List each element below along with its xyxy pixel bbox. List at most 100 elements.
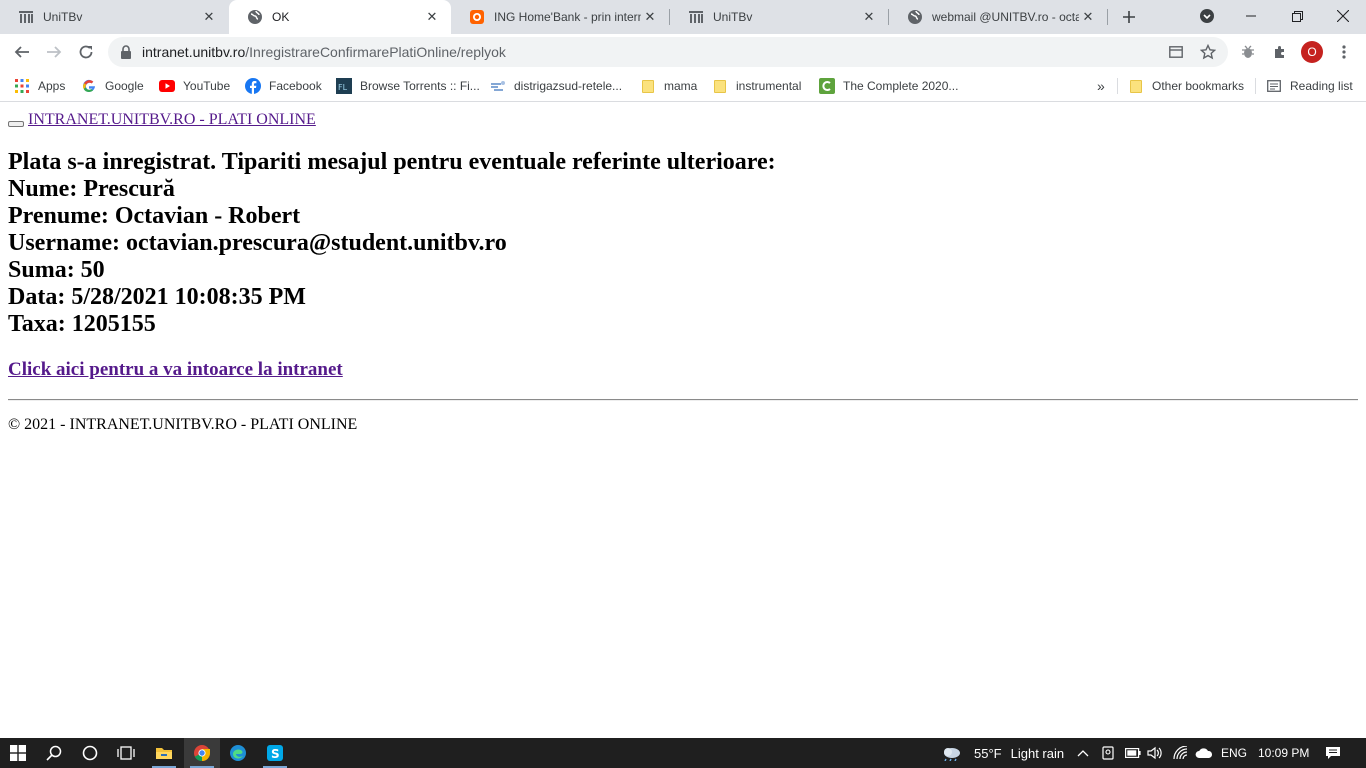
tab-search-button[interactable] <box>1184 0 1230 32</box>
reader-mode-icon[interactable] <box>1162 38 1190 66</box>
url-text: intranet.unitbv.ro/InregistrareConfirmar… <box>142 44 506 60</box>
tab-strip: UniTBv ✕ OK ✕ ING Home'Bank - prin inter… <box>0 0 1366 34</box>
bookmark-label: Apps <box>38 79 66 93</box>
field-prenume: Prenume: Octavian - Robert <box>8 203 301 229</box>
reading-list-icon <box>1266 78 1282 94</box>
bookmark-folder-mama[interactable]: mama <box>640 75 697 97</box>
close-window-button[interactable] <box>1320 0 1366 32</box>
url-host: intranet.unitbv.ro <box>142 44 246 60</box>
tab-webmail[interactable]: webmail @UNITBV.ro - octav ✕ <box>889 0 1107 34</box>
folder-icon <box>640 78 656 94</box>
weather-widget[interactable]: 55°F Light rain <box>940 738 1064 768</box>
weather-text: Light rain <box>1010 745 1065 761</box>
restore-button[interactable] <box>1274 0 1320 32</box>
bookmark-label: Browse Torrents :: Fi... <box>360 79 480 93</box>
close-icon[interactable]: ✕ <box>423 8 441 26</box>
lock-icon[interactable] <box>120 45 134 59</box>
search-icon[interactable] <box>36 738 72 768</box>
bookmark-google[interactable]: Google <box>81 75 144 97</box>
address-bar[interactable]: intranet.unitbv.ro/InregistrareConfirmar… <box>108 37 1228 67</box>
building-icon <box>688 9 704 25</box>
file-explorer-icon[interactable] <box>146 738 182 768</box>
reload-button[interactable] <box>72 38 100 66</box>
cloud-rain-icon <box>940 745 962 761</box>
bookmark-label: Other bookmarks <box>1152 79 1245 93</box>
tray-expand-chevron-icon[interactable] <box>1076 738 1090 768</box>
reading-list[interactable]: Reading list <box>1266 75 1353 97</box>
input-language[interactable]: ENG <box>1221 738 1247 768</box>
bookmarks-overflow-chevron[interactable]: » <box>1097 75 1105 97</box>
gas-icon <box>490 78 506 94</box>
bookmark-browse-torrents[interactable]: FL Browse Torrents :: Fi... <box>336 75 480 97</box>
close-icon[interactable]: ✕ <box>860 8 878 26</box>
onedrive-icon[interactable] <box>1194 738 1214 768</box>
brand-link[interactable]: INTRANET.UNITBV.RO - PLATI ONLINE <box>28 111 316 129</box>
menu-kebab-icon[interactable] <box>1330 38 1358 66</box>
meet-now-icon[interactable] <box>1100 738 1116 768</box>
profile-avatar[interactable]: O <box>1301 41 1323 63</box>
task-view-icon[interactable] <box>108 738 144 768</box>
bookmark-star-icon[interactable] <box>1194 38 1222 66</box>
bookmark-folder-instrumental[interactable]: instrumental <box>712 75 801 97</box>
building-icon <box>18 9 34 25</box>
volume-icon[interactable] <box>1146 738 1164 768</box>
other-bookmarks[interactable]: Other bookmarks <box>1128 75 1244 97</box>
google-icon <box>81 78 97 94</box>
extensions-puzzle-icon[interactable] <box>1266 38 1294 66</box>
confirmation-message: Plata s-a inregistrat. Tipariti mesajul … <box>8 149 776 175</box>
bookmark-apps[interactable]: Apps <box>14 75 65 97</box>
notifications-icon[interactable] <box>1322 738 1344 768</box>
bookmark-distrigazsud[interactable]: distrigazsud-retele... <box>490 75 622 97</box>
tab-title: UniTBv <box>43 10 83 24</box>
facebook-icon <box>245 78 261 94</box>
cortana-icon[interactable] <box>72 738 108 768</box>
bookmark-label: distrigazsud-retele... <box>514 79 623 93</box>
tab-unitbv-2[interactable]: UniTBv ✕ <box>670 0 888 34</box>
tab-title: UniTBv <box>713 10 753 24</box>
tab-ing-homebank[interactable]: ING Home'Bank - prin interne ✕ <box>451 0 669 34</box>
tab-unitbv-1[interactable]: UniTBv ✕ <box>0 0 228 34</box>
close-icon[interactable]: ✕ <box>641 8 659 26</box>
field-nume: Nume: Prescură <box>8 176 175 202</box>
bookmarks-bar: Apps Google YouTube Facebook FL Browse T… <box>0 70 1366 102</box>
bug-extension-icon[interactable] <box>1234 38 1262 66</box>
page-footer: © 2021 - INTRANET.UNITBV.RO - PLATI ONLI… <box>8 416 358 433</box>
start-button[interactable] <box>0 738 36 768</box>
new-tab-button[interactable] <box>1117 5 1141 29</box>
folder-icon <box>1128 78 1144 94</box>
close-icon[interactable]: ✕ <box>200 8 218 26</box>
edge-icon[interactable] <box>220 738 256 768</box>
tab-title: ING Home'Bank - prin interne <box>494 10 641 24</box>
bookmark-label: Google <box>105 79 144 93</box>
tab-title: webmail @UNITBV.ro - octav <box>932 10 1079 24</box>
apps-grid-icon <box>14 78 30 94</box>
bookmark-complete-2020[interactable]: The Complete 2020... <box>819 75 958 97</box>
svg-text:S: S <box>271 747 280 761</box>
clock[interactable]: 10:09 PM <box>1258 738 1309 768</box>
bookmark-label: mama <box>664 79 698 93</box>
tab-ok[interactable]: OK ✕ <box>229 0 451 34</box>
chrome-taskbar-icon[interactable] <box>184 738 220 768</box>
browser-toolbar: intranet.unitbv.ro/InregistrareConfirmar… <box>0 34 1366 70</box>
bookmark-facebook[interactable]: Facebook <box>245 75 322 97</box>
skype-icon[interactable]: S <box>257 738 293 768</box>
forward-button[interactable] <box>40 38 68 66</box>
bookmarks-separator <box>1255 78 1256 94</box>
divider <box>8 399 1358 401</box>
navbar-toggle-button[interactable] <box>8 121 24 127</box>
page-content: INTRANET.UNITBV.RO - PLATI ONLINE Plata … <box>0 103 1366 738</box>
battery-icon[interactable] <box>1124 738 1142 768</box>
close-icon[interactable]: ✕ <box>1079 8 1097 26</box>
back-to-intranet-link[interactable]: Click aici pentru a va intoarce la intra… <box>8 359 343 381</box>
back-button[interactable] <box>8 38 36 66</box>
bookmark-label: Reading list <box>1290 79 1353 93</box>
brand-row: INTRANET.UNITBV.RO - PLATI ONLINE <box>8 111 316 129</box>
bookmark-label: YouTube <box>183 79 231 93</box>
bookmark-youtube[interactable]: YouTube <box>159 75 230 97</box>
globe-icon <box>907 9 923 25</box>
field-username: Username: octavian.prescura@student.unit… <box>8 230 507 256</box>
folder-icon <box>712 78 728 94</box>
wifi-icon[interactable] <box>1172 738 1190 768</box>
minimize-button[interactable] <box>1228 0 1274 32</box>
bookmark-label: The Complete 2020... <box>843 79 959 93</box>
